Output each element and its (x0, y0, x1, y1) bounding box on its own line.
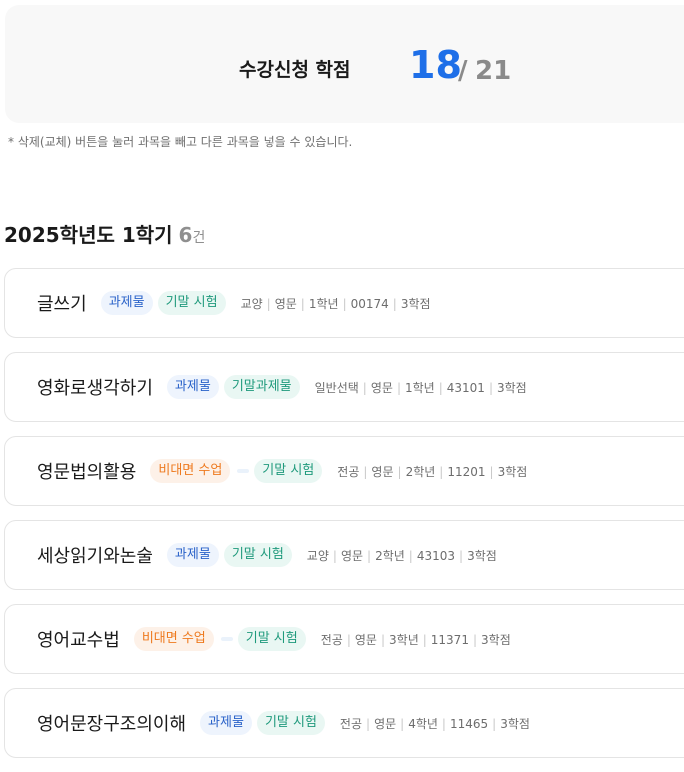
course-dept: 영문 (354, 632, 377, 647)
course-meta: 일반선택 | 영문 | 1학년 | 43101 | 3학점 (314, 380, 527, 395)
course-code: 11201 (447, 464, 486, 479)
course-dept: 영문 (371, 464, 394, 479)
course-name: 세상읽기와논술 (37, 546, 153, 567)
tag-final-exam: 기말 시험 (157, 291, 226, 315)
course-category: 일반선택 (314, 380, 359, 395)
course-code: 43103 (416, 548, 456, 563)
course-code: 11371 (430, 632, 469, 647)
course-meta: 전공 | 영문 | 3학년 | 11371 | 3학점 (320, 632, 511, 647)
course-year: 3학년 (389, 632, 419, 647)
replace-notice: * 삭제(교체) 버튼을 눌러 과목을 빼고 다른 과목을 넣을 수 있습니다. (8, 135, 353, 149)
credit-max-value: 21 (475, 56, 512, 86)
course-card[interactable]: 영화로생각하기 과제물 기말과제물 일반선택 | 영문 | 1학년 | 43101 | 3학점 (4, 352, 684, 422)
course-count-unit: 건 (192, 230, 206, 246)
tag-assignment: 과제물 (166, 543, 219, 567)
course-year: 2학년 (375, 548, 405, 563)
credit-current-value: 18 (409, 43, 462, 87)
tag-divider (237, 469, 250, 473)
course-card[interactable]: 영문법의활용 비대면 수업 기말 시험 전공 | 영문 | 2학년 | 11201 | 3학점 (4, 436, 684, 506)
credit-separator: / (458, 56, 468, 86)
course-dept: 영문 (274, 296, 297, 311)
course-name: 영어교수법 (37, 630, 120, 651)
course-name: 글쓰기 (37, 294, 87, 315)
course-credits: 3학점 (400, 296, 431, 311)
course-year: 4학년 (408, 716, 438, 731)
course-dept: 영문 (340, 548, 364, 563)
course-card[interactable]: 영어문장구조의이해 과제물 기말 시험 전공 | 영문 | 4학년 | 11465 | 3학점 (4, 688, 684, 758)
course-category: 교양 (306, 548, 329, 563)
course-year: 2학년 (405, 464, 436, 479)
tag-final-exam: 기말 시험 (223, 543, 292, 567)
course-meta: 전공 | 영문 | 4학년 | 11465 | 3학점 (339, 716, 530, 731)
course-dept: 영문 (374, 716, 397, 731)
course-meta: 교양 | 영문 | 2학년 | 43103 | 3학점 (306, 548, 497, 563)
course-category: 전공 (339, 716, 363, 731)
tag-assignment: 과제물 (200, 711, 252, 735)
tag-online-class: 비대면 수업 (133, 627, 214, 651)
course-meta: 교양 | 영문 | 1학년 | 00174 | 3학점 (240, 296, 431, 311)
course-year: 1학년 (308, 296, 339, 311)
semester-heading: 2025학년도 1학기 6건 (4, 219, 205, 248)
course-dept: 영문 (370, 380, 393, 395)
course-category: 전공 (320, 632, 343, 647)
course-credits: 3학점 (500, 716, 530, 731)
tag-final-exam: 기말 시험 (256, 711, 325, 735)
tag-divider (220, 637, 233, 641)
course-count: 6 (178, 223, 193, 247)
course-code: 43101 (446, 380, 485, 395)
course-year: 1학년 (404, 380, 435, 395)
course-card[interactable]: 세상읽기와논술 과제물 기말 시험 교양 | 영문 | 2학년 | 43103 | 3학점 (4, 520, 684, 590)
credit-summary-panel: 수강신청 학점 18 / 21 (5, 5, 684, 123)
credit-summary-label: 수강신청 학점 (239, 59, 351, 81)
tag-assignment: 과제물 (100, 291, 153, 315)
course-name: 영어문장구조의이해 (37, 714, 187, 735)
course-credits: 3학점 (496, 380, 527, 395)
tag-final-exam: 기말 시험 (254, 459, 323, 483)
course-credits: 3학점 (497, 464, 528, 479)
course-name: 영문법의활용 (37, 462, 137, 483)
course-code: 00174 (350, 296, 389, 311)
tag-online-class: 비대면 수업 (150, 459, 231, 483)
course-credits: 3학점 (481, 632, 511, 647)
course-category: 교양 (240, 296, 263, 311)
tag-assignment: 과제물 (166, 375, 219, 399)
course-name: 영화로생각하기 (37, 378, 153, 399)
tag-final-exam: 기말 시험 (237, 627, 306, 651)
course-category: 전공 (337, 464, 360, 479)
course-credits: 3학점 (467, 548, 497, 563)
semester-title: 2025학년도 1학기 (4, 223, 173, 247)
tag-final-assignment: 기말과제물 (223, 375, 300, 399)
course-card[interactable]: 글쓰기 과제물 기말 시험 교양 | 영문 | 1학년 | 00174 | 3학점 (4, 268, 684, 338)
course-card[interactable]: 영어교수법 비대면 수업 기말 시험 전공 | 영문 | 3학년 | 11371 | 3학점 (4, 604, 684, 674)
course-code: 11465 (449, 716, 489, 731)
course-meta: 전공 | 영문 | 2학년 | 11201 | 3학점 (337, 464, 528, 479)
